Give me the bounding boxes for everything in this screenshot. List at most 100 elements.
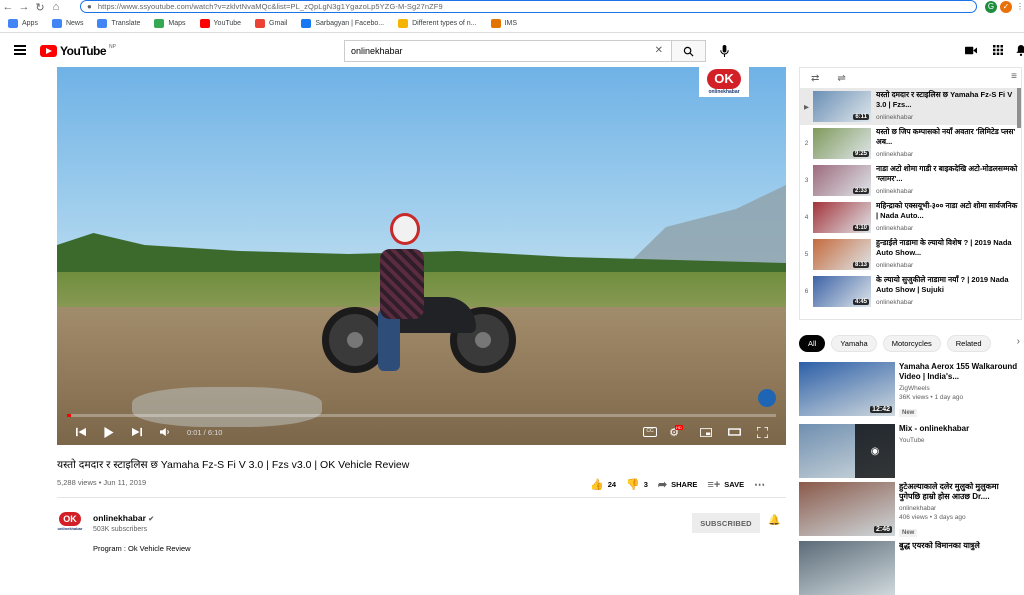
playlist-item[interactable]: 4 4:10 महिन्द्राको एक्सयूभी-३०० नाडा अटो श… (800, 199, 1021, 236)
onlinekhabar-logo: OK onlinekhabar (699, 67, 749, 97)
save-button[interactable]: ≡+ SAVE (707, 479, 744, 491)
filter-chip[interactable]: Related (946, 334, 991, 352)
loop-icon[interactable]: ⇄ (811, 73, 819, 84)
bookmark-item[interactable]: Translate (97, 19, 140, 28)
forward-icon[interactable]: → (16, 1, 32, 13)
chevron-right-icon[interactable]: › (1017, 336, 1020, 347)
share-icon: ➦ (657, 479, 668, 491)
new-badge: New (899, 529, 918, 537)
menu-kebab-icon[interactable]: ⋮ (1014, 1, 1024, 13)
bookmark-item[interactable]: Different types of n... (398, 19, 477, 28)
mix-radio-icon: ◉ (855, 424, 895, 478)
playlist-index: 4 (804, 214, 809, 221)
more-actions-button[interactable]: ⋯ (754, 478, 765, 491)
create-video-icon[interactable] (964, 43, 978, 57)
playlist-index: 6 (804, 288, 809, 295)
back-icon[interactable]: ← (0, 1, 16, 13)
search-input[interactable]: onlinekhabar ✕ (344, 40, 672, 62)
playlist-item[interactable]: 3 2:33 नाडा अटो शोमा गाडी र बाइकदेखि अटो-म… (800, 162, 1021, 199)
playlist-item-title: नाडा अटो शोमा गाडी र बाइकदेखि अटो-मोडलसम… (876, 164, 1018, 183)
channel-bell-icon[interactable]: 🔔 (768, 515, 780, 526)
shuffle-icon[interactable]: ⇌ (837, 73, 845, 84)
notifications-bell-icon[interactable] (1014, 43, 1024, 57)
bookmark-label: Sarbagyan | Facebo... (315, 20, 385, 27)
bookmark-label: YouTube (213, 20, 242, 27)
dislike-button[interactable]: 👎 3 (626, 478, 648, 491)
bookmark-item[interactable]: Sarbagyan | Facebo... (301, 19, 384, 28)
playlist-item-channel: onlinekhabar (876, 299, 914, 306)
new-badge: New (899, 409, 918, 417)
channel-name[interactable]: onlinekhabar ✔ (93, 513, 154, 523)
divider (57, 497, 786, 498)
miniplayer-icon[interactable] (692, 422, 720, 442)
playlist-item[interactable]: 2 9:25 यस्तो छ जिप कम्पासको नयाँ अवतार 'लि… (800, 125, 1021, 162)
search-button[interactable] (672, 40, 706, 62)
voice-search-button[interactable] (713, 40, 735, 62)
lock-icon: ● (87, 2, 92, 11)
bookmark-item[interactable]: Apps (8, 19, 38, 28)
playlist-menu-icon[interactable]: ≡ (1011, 71, 1017, 82)
related-video[interactable]: 2:46 हुटेअल्याकाले दलेर मुलुको मुलुकमा पु… (799, 482, 1022, 537)
bookmark-item[interactable]: Maps (154, 19, 186, 28)
filter-chip[interactable]: Motorcycles (882, 334, 941, 352)
youtube-logo[interactable]: YouTube NP (40, 44, 116, 58)
playlist-scrollbar[interactable] (1017, 88, 1021, 128)
bookmark-item[interactable]: Gmail (255, 19, 287, 28)
bookmark-favicon-icon (97, 19, 108, 28)
video-title: यस्तो दमदार र स्टाइलिस छ Yamaha Fz-S Fi … (57, 459, 410, 471)
reload-icon[interactable]: ↻ (32, 1, 48, 14)
video-actions: 👍 24 👎 3 ➦ SHARE ≡+ SAVE ⋯ (590, 478, 765, 492)
duration-badge: 2:46 (873, 526, 892, 533)
extension-icon[interactable]: G (985, 1, 997, 13)
bookmark-favicon-icon (51, 19, 62, 28)
bookmark-item[interactable]: YouTube (199, 19, 242, 28)
related-video[interactable]: ◉ Mix - onlinekhabar YouTube (799, 424, 1022, 478)
filter-chip[interactable]: All (799, 334, 826, 352)
duration-badge: 8:13 (852, 262, 869, 268)
volume-icon[interactable] (151, 422, 179, 442)
like-button[interactable]: 👍 24 (590, 478, 616, 491)
channel-watermark-icon (758, 389, 776, 407)
bookmark-favicon-icon (255, 19, 266, 28)
theater-mode-icon[interactable] (720, 422, 748, 442)
next-icon[interactable] (123, 422, 151, 442)
playlist-item-channel: onlinekhabar (876, 151, 914, 158)
hamburger-menu-icon[interactable] (14, 45, 26, 55)
bookmarks-bar: Apps News Translate Maps YouTube Gmail Sarbagy… (0, 15, 1024, 33)
play-icon[interactable] (95, 422, 123, 442)
captions-icon[interactable]: CC (636, 422, 664, 442)
playlist-item[interactable]: 5 8:13 हुन्डाईले नाडामा के ल्यायो विशेष ? … (800, 236, 1021, 273)
subscribe-button[interactable]: SUBSCRIBED (692, 513, 760, 533)
bookmark-item[interactable]: News (51, 19, 83, 28)
fullscreen-icon[interactable] (748, 422, 776, 442)
bookmark-favicon-icon (490, 19, 501, 28)
playlist-item-channel: onlinekhabar (876, 188, 914, 195)
share-button[interactable]: ➦ SHARE (658, 478, 697, 491)
bookmark-favicon-icon (8, 19, 18, 28)
apps-grid-icon[interactable] (991, 43, 1005, 57)
extension-icon[interactable]: ✓ (1000, 1, 1012, 13)
bookmark-label: IMS (504, 20, 517, 27)
previous-icon[interactable] (67, 422, 95, 442)
bookmark-favicon-icon (199, 19, 210, 28)
channel-avatar[interactable]: OK onlinekhabar (58, 512, 82, 534)
duration-badge: 9:25 (852, 151, 869, 157)
settings-gear-icon[interactable]: ⚙ HD (664, 422, 692, 442)
related-video[interactable]: बुद्ध एयरको विमानका यात्रुले (799, 541, 1022, 595)
youtube-play-icon (40, 45, 57, 57)
filter-chip[interactable]: Yamaha (831, 334, 877, 352)
related-video[interactable]: 12:42 Yamaha Aerox 155 Walkaround Video |… (799, 362, 1022, 417)
playlist-item[interactable]: 6 4:45 के ल्यायो सुजुकीले नाडामा नयाँ ? | … (800, 273, 1021, 310)
clear-search-icon[interactable]: ✕ (655, 45, 663, 56)
bookmark-favicon-icon (398, 19, 409, 28)
duration-badge: 6:11 (853, 114, 869, 120)
hd-badge: HD (675, 424, 683, 430)
bookmark-item[interactable]: IMS (490, 19, 517, 28)
video-player[interactable]: OK onlinekhabar 0:01 / 6:10 CC ⚙ HD (57, 67, 786, 445)
address-bar[interactable]: ● https://www.ssyoutube.com/watch?v=zklv… (80, 0, 977, 13)
time-display: 0:01 / 6:10 (187, 427, 223, 437)
home-icon[interactable]: ⌂ (48, 1, 64, 13)
progress-bar[interactable] (67, 414, 776, 417)
playlist-item[interactable]: ▶ 6:11 यस्तो दमदार र स्टाइलिस छ Yamaha Fz-… (800, 88, 1021, 125)
more-horizontal-icon: ⋯ (754, 479, 766, 491)
